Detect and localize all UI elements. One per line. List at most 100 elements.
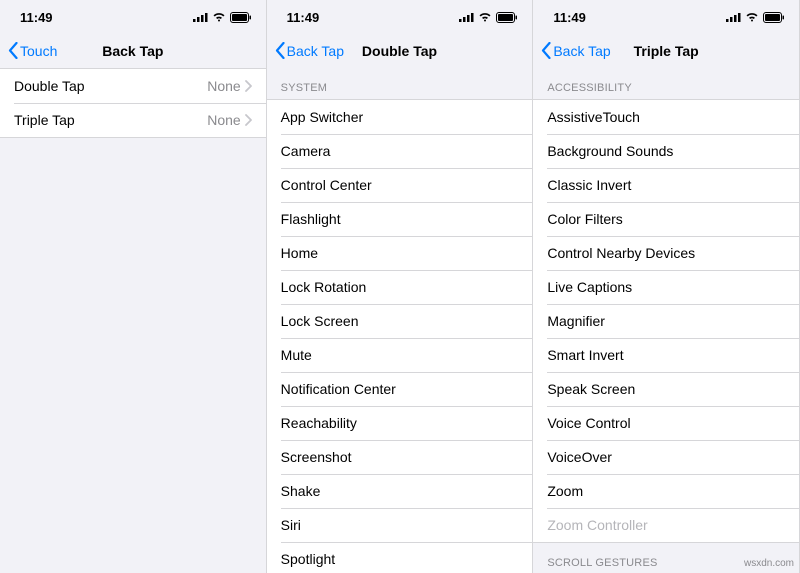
chevron-left-icon [275,42,285,59]
content: System App Switcher Camera Control Cente… [267,68,533,573]
list-item[interactable]: AssistiveTouch [533,100,799,134]
list-item[interactable]: Camera [267,134,533,168]
back-button[interactable]: Touch [8,42,57,59]
row-label: Shake [281,483,321,499]
row-label: Color Filters [547,211,622,227]
battery-icon [496,12,518,23]
list-item[interactable]: Control Center [267,168,533,202]
row-label: Smart Invert [547,347,623,363]
list-item[interactable]: Zoom [533,474,799,508]
row-label: Control Nearby Devices [547,245,695,261]
list-item[interactable]: Voice Control [533,406,799,440]
status-bar: 11:49 [267,0,533,34]
status-bar: 11:49 [533,0,799,34]
status-time: 11:49 [553,10,586,25]
options-list-accessibility: AssistiveTouch Background Sounds Classic… [533,99,799,543]
row-label: Control Center [281,177,372,193]
cellular-icon [726,12,741,22]
row-label: Flashlight [281,211,341,227]
content: Double Tap None Triple Tap None [0,68,266,573]
status-bar: 11:49 [0,0,266,34]
row-label: VoiceOver [547,449,612,465]
list-item[interactable]: Live Captions [533,270,799,304]
list-item[interactable]: Smart Invert [533,338,799,372]
status-time: 11:49 [20,10,53,25]
row-label: Live Captions [547,279,632,295]
row-label: Spotlight [281,551,335,567]
screen-double-tap: 11:49 Back Tap Double Tap System App Swi… [267,0,534,573]
chevron-right-icon [245,114,252,126]
cellular-icon [193,12,208,22]
list-item[interactable]: App Switcher [267,100,533,134]
row-label: Home [281,245,318,261]
chevron-left-icon [541,42,551,59]
row-label: Lock Screen [281,313,359,329]
list-item[interactable]: Notification Center [267,372,533,406]
screen-back-tap: 11:49 Touch Back Tap Double Tap None Tri… [0,0,267,573]
wifi-icon [745,12,759,22]
chevron-left-icon [8,42,18,59]
row-label: Zoom Controller [547,517,647,533]
list-item[interactable]: Color Filters [533,202,799,236]
list-item[interactable]: Control Nearby Devices [533,236,799,270]
status-time: 11:49 [287,10,320,25]
list-item[interactable]: Shake [267,474,533,508]
row-label: Lock Rotation [281,279,367,295]
row-label: Reachability [281,415,357,431]
list-item[interactable]: Reachability [267,406,533,440]
watermark: wsxdn.com [744,558,794,569]
row-label: Screenshot [281,449,352,465]
content: Accessibility AssistiveTouch Background … [533,68,799,573]
list-item[interactable]: Home [267,236,533,270]
list-item[interactable]: Lock Screen [267,304,533,338]
row-label: Notification Center [281,381,396,397]
row-triple-tap[interactable]: Triple Tap None [0,103,266,137]
list-item[interactable]: Speak Screen [533,372,799,406]
section-header-accessibility: Accessibility [533,68,799,99]
options-list-system: App Switcher Camera Control Center Flash… [267,99,533,573]
row-label: Speak Screen [547,381,635,397]
battery-icon [230,12,252,23]
row-label: App Switcher [281,109,363,125]
back-button[interactable]: Back Tap [275,42,344,59]
row-label: Siri [281,517,301,533]
wifi-icon [478,12,492,22]
nav-bar: Back Tap Triple Tap [533,34,799,68]
list-item[interactable]: VoiceOver [533,440,799,474]
row-label: Background Sounds [547,143,673,159]
back-label: Touch [20,43,57,59]
back-label: Back Tap [553,43,610,59]
list-item-disabled: Zoom Controller [533,508,799,542]
list-item[interactable]: Classic Invert [533,168,799,202]
row-value: None [207,78,251,94]
wifi-icon [212,12,226,22]
list-item[interactable]: Mute [267,338,533,372]
row-label: Magnifier [547,313,605,329]
section-header-system: System [267,68,533,99]
list-item[interactable]: Lock Rotation [267,270,533,304]
status-icons [459,12,518,23]
cellular-icon [459,12,474,22]
list-item[interactable]: Background Sounds [533,134,799,168]
row-label: Camera [281,143,331,159]
list-item[interactable]: Magnifier [533,304,799,338]
back-label: Back Tap [287,43,344,59]
list-item[interactable]: Screenshot [267,440,533,474]
status-icons [726,12,785,23]
row-label: Triple Tap [14,112,75,128]
row-label: Classic Invert [547,177,631,193]
row-label: Double Tap [14,78,85,94]
list-item[interactable]: Flashlight [267,202,533,236]
list-item[interactable]: Spotlight [267,542,533,573]
row-label: Zoom [547,483,583,499]
settings-list: Double Tap None Triple Tap None [0,68,266,138]
screen-triple-tap: 11:49 Back Tap Triple Tap Accessibility … [533,0,800,573]
list-item[interactable]: Siri [267,508,533,542]
row-double-tap[interactable]: Double Tap None [0,69,266,103]
chevron-right-icon [245,80,252,92]
back-button[interactable]: Back Tap [541,42,610,59]
row-label: Voice Control [547,415,630,431]
row-label: AssistiveTouch [547,109,640,125]
status-icons [193,12,252,23]
row-label: Mute [281,347,312,363]
